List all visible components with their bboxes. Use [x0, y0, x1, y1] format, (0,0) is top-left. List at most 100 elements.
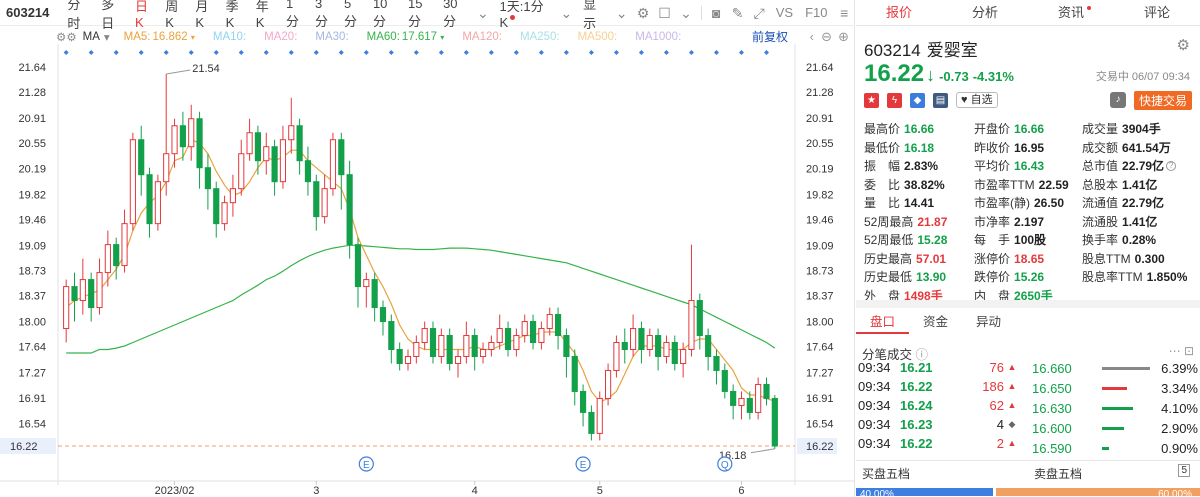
- tab-comments[interactable]: 评论: [1114, 0, 1200, 25]
- candle-body: [221, 202, 228, 225]
- gear-icon[interactable]: ⚙: [1177, 36, 1190, 54]
- arrow-up-icon: ▲: [1007, 400, 1017, 410]
- zoom-out-icon[interactable]: ⊖: [821, 29, 832, 45]
- chevron-down-icon[interactable]: ⌄: [560, 5, 573, 21]
- checkbox-icon[interactable]: ☐: [658, 5, 671, 21]
- heart-icon: ♥: [961, 94, 968, 106]
- trade-list[interactable]: 09:34 16.21 76 ▲ 09:34 16.22 186 ▲ 09:34 16.24 62 ▲…: [858, 358, 1023, 453]
- y-tick-label-left: 21.64: [18, 62, 46, 74]
- camera-icon[interactable]: ◙: [709, 5, 722, 21]
- event-diamond-icon: [438, 50, 444, 55]
- quote-value: 13.90: [916, 270, 947, 284]
- chevron-down-icon[interactable]: ⌄: [476, 5, 489, 21]
- tab-quote[interactable]: 报价: [856, 0, 942, 25]
- tab-news[interactable]: 资讯: [1028, 0, 1114, 25]
- pen-icon[interactable]: ✎: [731, 5, 744, 21]
- period-5[interactable]: 季K: [220, 0, 250, 30]
- menu-icon[interactable]: ≡: [838, 5, 851, 21]
- period-7[interactable]: 1分: [280, 0, 309, 30]
- period-1[interactable]: 多日: [95, 0, 129, 32]
- ma-item-label: MA250:: [519, 31, 560, 43]
- ma-indicator[interactable]: MA: [83, 31, 100, 43]
- quote-value: 0.28%: [1122, 233, 1157, 247]
- tab-funds[interactable]: 资金: [909, 312, 962, 334]
- event-diamond-icon: [388, 50, 394, 55]
- tab-analysis[interactable]: 分析: [942, 0, 1028, 25]
- high-label: 21.54: [192, 63, 220, 75]
- trade-volume: 62: [989, 398, 1004, 413]
- candle-body: [329, 139, 337, 190]
- settings-icon[interactable]: ⚙: [66, 30, 76, 44]
- quote-cell: 历史最低 13.90: [864, 268, 974, 287]
- price-level-list[interactable]: 16.660 6.39% 16.650 3.34% 16.630 4.10% 16.600 2…: [1032, 358, 1198, 454]
- event-diamond-icon: [88, 50, 94, 55]
- gear-icon[interactable]: ⚙: [636, 5, 650, 21]
- quote-key: 每 手: [974, 233, 1011, 247]
- period-4[interactable]: 月K: [189, 0, 219, 30]
- quick-trade-button[interactable]: 快捷交易: [1133, 91, 1192, 110]
- fuquan-button[interactable]: 前复权: [752, 28, 788, 45]
- vs-button[interactable]: VS: [770, 5, 799, 20]
- five-level-icon[interactable]: 5: [1178, 464, 1190, 477]
- chevron-down-icon[interactable]: ⌄: [679, 5, 692, 21]
- display-button[interactable]: 显示: [577, 0, 611, 32]
- trade-time: 09:34: [858, 379, 891, 394]
- event-diamond-icon: [613, 50, 619, 55]
- zoom-in-icon[interactable]: ⊕: [838, 29, 849, 45]
- period-6[interactable]: 年K: [250, 0, 280, 30]
- x-tick-label: 4: [472, 485, 478, 497]
- level-pct: 4.10%: [1161, 400, 1198, 416]
- period-10[interactable]: 10分: [367, 0, 402, 30]
- quote-value: 21.87: [917, 214, 948, 229]
- candle-body: [113, 244, 120, 267]
- y-tick-label-right: 17.27: [806, 368, 834, 380]
- add-watchlist-button[interactable]: ♥ 自选: [956, 92, 998, 108]
- period-11[interactable]: 15分: [402, 0, 437, 30]
- chevron-down-icon[interactable]: ▾: [104, 30, 110, 44]
- quote-value: 57.01: [916, 251, 947, 266]
- expand-icon[interactable]: ⤢: [752, 5, 765, 21]
- gear-icon[interactable]: ⚙: [56, 30, 66, 44]
- collapse-left-icon[interactable]: ‹: [810, 29, 814, 44]
- question-icon[interactable]: ?: [1166, 161, 1177, 171]
- tab-unusual[interactable]: 异动: [962, 312, 1015, 334]
- candle-body: [129, 139, 136, 225]
- candle-body: [346, 174, 353, 246]
- trade-row: 09:34 16.24 62 ▲: [858, 396, 1023, 415]
- period-8[interactable]: 3分: [309, 0, 338, 30]
- period-0[interactable]: 分时: [61, 0, 95, 32]
- event-diamond-icon: [188, 50, 194, 55]
- section-divider: [856, 300, 1200, 308]
- quote-value: 18.65: [1014, 251, 1045, 266]
- y-tick-label-right: 21.64: [806, 62, 834, 74]
- event-diamond-icon: [513, 50, 519, 55]
- expand-icon[interactable]: ⊡: [1184, 344, 1194, 358]
- frame-select[interactable]: 1天:1分K: [494, 0, 556, 30]
- quote-key: 换手率: [1082, 233, 1119, 247]
- chart-panel: 603214 分时 多日 日K 周K 月K 季K 年K 1分 3分 5分 10分…: [0, 0, 855, 497]
- more-icon[interactable]: ⋯: [1169, 344, 1181, 358]
- candle-body: [71, 286, 78, 302]
- candle-body: [730, 390, 737, 406]
- quote-value: 22.79亿: [1122, 159, 1165, 173]
- quote-cell: 每 手 100股: [974, 231, 1082, 250]
- chevron-down-icon[interactable]: ⌄: [615, 5, 628, 21]
- period-3[interactable]: 周K: [159, 0, 189, 30]
- trade-time: 09:34: [858, 436, 891, 451]
- right-tabs: 报价 分析 资讯 评论: [856, 0, 1200, 26]
- low-pointer: [750, 448, 775, 454]
- quote-key: 总股本: [1082, 177, 1119, 192]
- tab-pankou[interactable]: 盘口: [856, 312, 910, 334]
- y-tick-label-right: 19.82: [806, 189, 834, 201]
- f10-button[interactable]: F10: [799, 5, 833, 20]
- quote-cell: 成交量 3904手: [1082, 120, 1194, 139]
- period-9[interactable]: 5分: [338, 0, 367, 30]
- period-12[interactable]: 30分: [437, 0, 472, 30]
- kline-chart[interactable]: 21.64 21.64 21.28 21.28 20.91 20.91 20.55 20.55…: [0, 44, 855, 497]
- bell-icon[interactable]: ♪: [1110, 92, 1126, 108]
- event-diamond-icon: [738, 50, 744, 55]
- ma-item: MA5: 16.862 ▾: [123, 31, 195, 43]
- quote-value: 22.59: [1038, 177, 1069, 192]
- candle-body: [696, 300, 703, 337]
- period-2[interactable]: 日K: [129, 0, 159, 30]
